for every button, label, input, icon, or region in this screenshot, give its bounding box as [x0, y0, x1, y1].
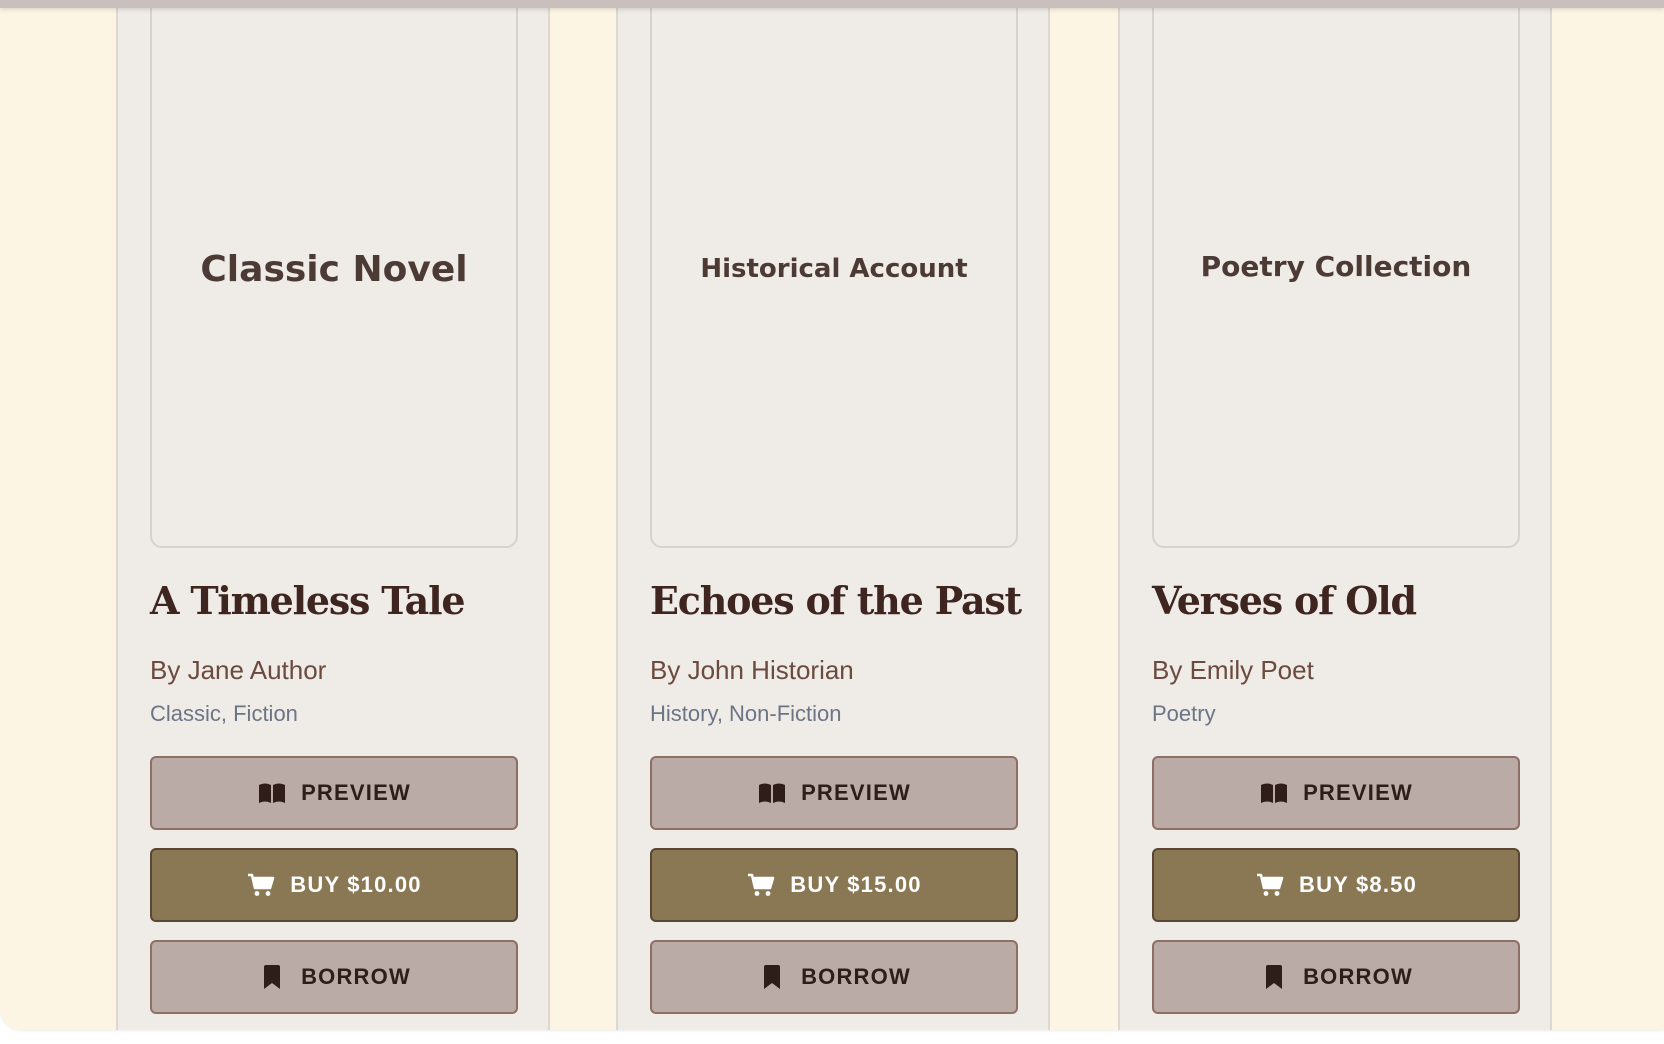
book-author: By Emily Poet [1152, 655, 1314, 685]
preview-button[interactable]: PREVIEW [1152, 756, 1520, 830]
borrow-label: BORROW [1303, 964, 1413, 989]
open-book-icon [757, 781, 787, 805]
bookmark-icon [257, 965, 287, 989]
open-book-icon [257, 781, 287, 805]
buy-label: BUY $8.50 [1298, 872, 1418, 897]
book-card: Classic Novel A Timeless Tale By Jane Au… [116, 0, 550, 1030]
book-card: Historical Account Echoes of the Past By… [616, 0, 1050, 1030]
preview-label: PREVIEW [801, 780, 911, 805]
preview-label: PREVIEW [301, 780, 411, 805]
book-cover[interactable]: Classic Novel [150, 0, 518, 548]
buy-button[interactable]: BUY $15.00 [650, 848, 1018, 922]
book-title[interactable]: Verses of Old [1152, 578, 1532, 623]
open-book-icon [1259, 781, 1289, 805]
cover-label: Classic Novel [200, 248, 468, 290]
book-genres: Poetry [1152, 701, 1216, 726]
buy-label: BUY $15.00 [790, 872, 922, 897]
preview-label: PREVIEW [1303, 780, 1413, 805]
book-title[interactable]: Echoes of the Past [650, 578, 1030, 623]
borrow-button[interactable]: BORROW [150, 940, 518, 1014]
shopping-cart-icon [746, 873, 776, 897]
book-author: By John Historian [650, 655, 854, 685]
borrow-button[interactable]: BORROW [1152, 940, 1520, 1014]
bookmark-icon [1259, 965, 1289, 989]
borrow-button[interactable]: BORROW [650, 940, 1018, 1014]
book-grid-panel: Classic Novel A Timeless Tale By Jane Au… [0, 0, 1664, 1030]
borrow-label: BORROW [301, 964, 411, 989]
buy-button[interactable]: BUY $10.00 [150, 848, 518, 922]
book-title[interactable]: A Timeless Tale [150, 578, 530, 623]
book-genres: History, Non-Fiction [650, 701, 842, 726]
bookmark-icon [757, 965, 787, 989]
book-author: By Jane Author [150, 655, 327, 685]
book-cover[interactable]: Historical Account [650, 0, 1018, 548]
borrow-label: BORROW [801, 964, 911, 989]
preview-button[interactable]: PREVIEW [650, 756, 1018, 830]
book-genres: Classic, Fiction [150, 701, 298, 726]
buy-button[interactable]: BUY $8.50 [1152, 848, 1520, 922]
cover-label: Historical Account [700, 254, 968, 284]
book-cover[interactable]: Poetry Collection [1152, 0, 1520, 548]
buy-label: BUY $10.00 [290, 872, 422, 897]
shopping-cart-icon [1255, 873, 1285, 897]
preview-button[interactable]: PREVIEW [150, 756, 518, 830]
top-bar [0, 0, 1664, 8]
shopping-cart-icon [246, 873, 276, 897]
book-card: Poetry Collection Verses of Old By Emily… [1118, 0, 1552, 1030]
cover-label: Poetry Collection [1200, 249, 1472, 283]
